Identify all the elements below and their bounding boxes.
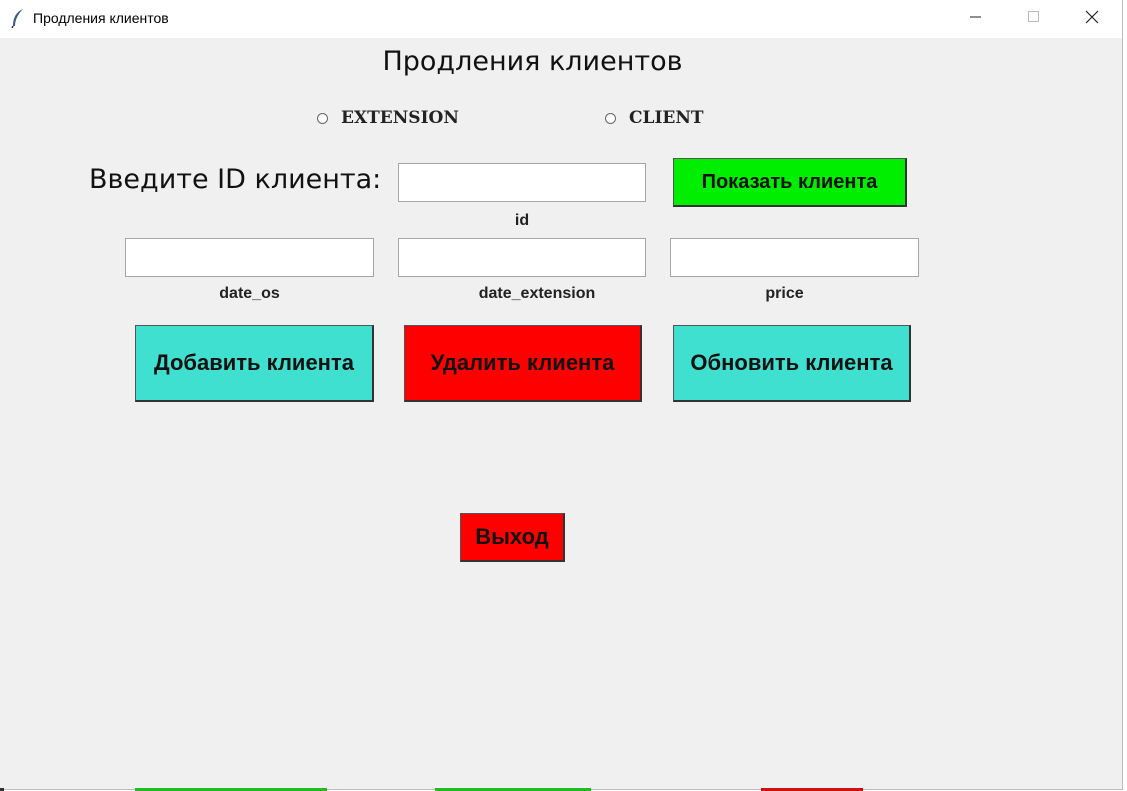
id-caption: id	[514, 212, 530, 229]
maximize-icon	[1028, 10, 1040, 28]
price-label: price	[765, 285, 804, 302]
date-extension-label: date_extension	[478, 285, 596, 302]
update-client-button[interactable]: Обновить клиента	[673, 325, 911, 402]
radio-circle-icon[interactable]	[317, 112, 328, 124]
client-id-prompt: Введите ID клиента:	[89, 164, 382, 195]
show-client-button[interactable]: Показать клиента	[673, 158, 907, 207]
date-extension-input[interactable]	[398, 238, 646, 277]
radio-extension[interactable]: EXTENSION	[317, 108, 459, 128]
price-input[interactable]	[670, 238, 919, 277]
radio-circle-icon[interactable]	[605, 112, 616, 124]
radio-client-label: CLIENT	[629, 108, 704, 128]
date-os-input[interactable]	[125, 238, 374, 277]
delete-client-button[interactable]: Удалить клиента	[404, 325, 642, 402]
add-client-button[interactable]: Добавить клиента	[135, 325, 374, 402]
client-id-input[interactable]	[398, 163, 646, 202]
minimize-button[interactable]	[953, 0, 999, 38]
title-bar: Продления клиентов	[0, 0, 1122, 38]
close-icon	[1085, 10, 1099, 29]
minimize-icon	[970, 10, 982, 28]
app-window: Продления клиентов Продления клиентов EX…	[0, 0, 1123, 790]
feather-icon	[10, 8, 26, 29]
radio-client[interactable]: CLIENT	[605, 108, 704, 128]
close-button[interactable]	[1069, 0, 1115, 38]
page-title: Продления клиентов	[382, 46, 683, 77]
exit-button[interactable]: Выход	[460, 513, 565, 562]
date-os-label: date_os	[219, 285, 280, 302]
window-title: Продления клиентов	[33, 10, 169, 26]
radio-extension-label: EXTENSION	[341, 108, 459, 128]
maximize-button[interactable]	[1011, 0, 1057, 38]
